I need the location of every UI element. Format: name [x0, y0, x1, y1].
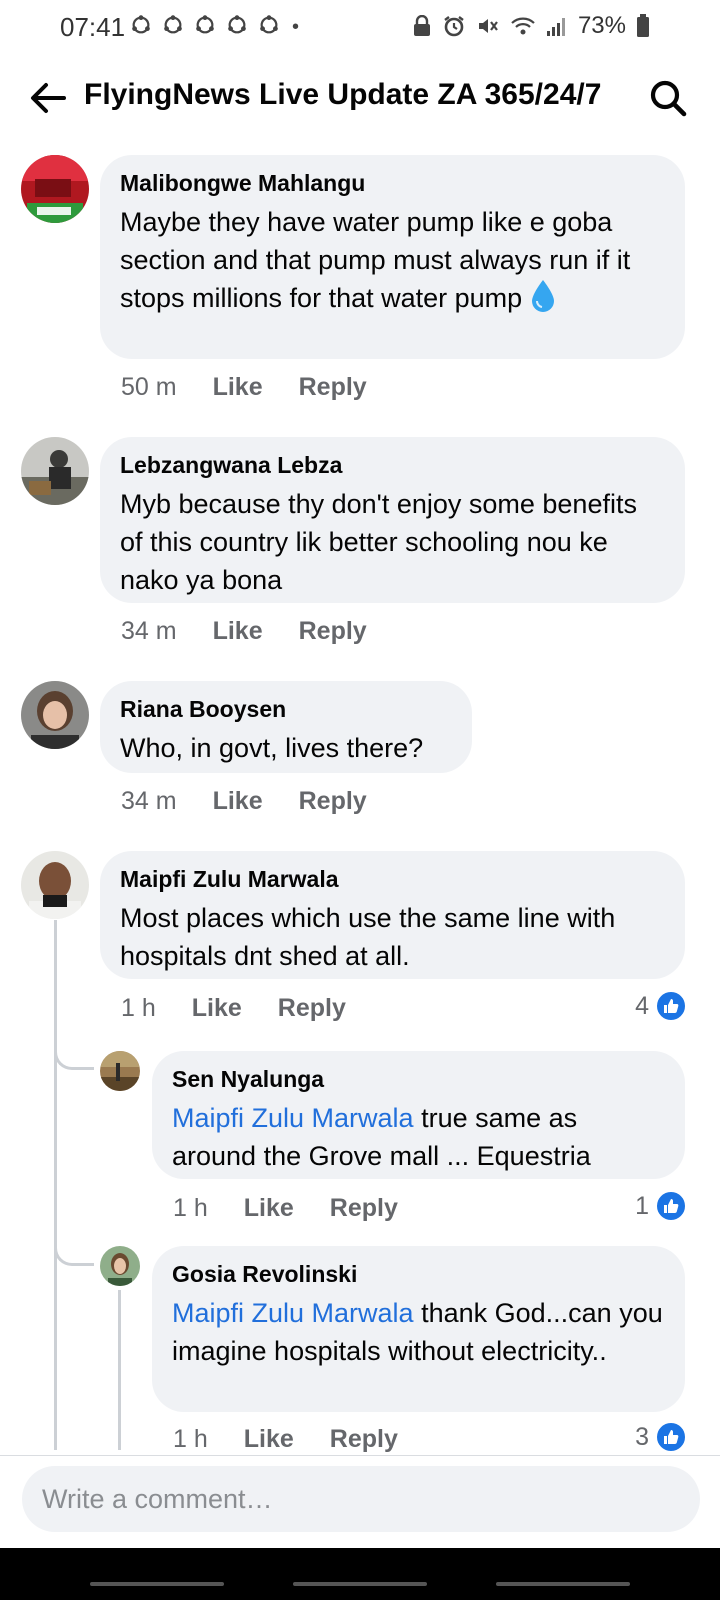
comment-author[interactable]: Maipfi Zulu Marwala — [120, 865, 665, 893]
back-arrow-icon[interactable] — [28, 78, 68, 118]
reply-text: Maipfi Zulu Marwala true same as around … — [172, 1103, 591, 1171]
comment-time: 1 h — [121, 994, 156, 1022]
comment-text: Maybe they have water pump like e goba s… — [120, 207, 631, 313]
avatar[interactable] — [100, 1246, 140, 1286]
reply-time: 1 h — [173, 1425, 208, 1453]
like-button[interactable]: Like — [213, 617, 263, 646]
lock-icon — [413, 15, 430, 36]
comment-time: 50 m — [121, 373, 177, 401]
comment-time: 34 m — [121, 787, 177, 815]
search-icon[interactable] — [648, 78, 688, 118]
thumbs-up-icon — [655, 990, 687, 1022]
avatar[interactable] — [21, 437, 89, 505]
reply-button[interactable]: Reply — [278, 994, 346, 1023]
reply-bubble[interactable]: Sen Nyalunga Maipfi Zulu Marwala true sa… — [152, 1051, 685, 1179]
reply-actions: 1 h Like Reply — [173, 1194, 398, 1223]
water-drop-icon — [531, 280, 554, 312]
reply-button[interactable]: Reply — [299, 787, 367, 816]
comment-bubble[interactable]: Lebzangwana Lebza Myb because thy don't … — [100, 437, 685, 603]
like-button[interactable]: Like — [213, 787, 263, 816]
avatar[interactable] — [100, 1051, 140, 1091]
reply-button[interactable]: Reply — [330, 1425, 398, 1454]
battery-percent: 73% — [577, 12, 626, 39]
mute-icon — [478, 19, 498, 33]
comment-bubble[interactable]: Riana Booysen Who, in govt, lives there? — [100, 681, 472, 773]
app-notification-icon — [226, 14, 248, 36]
home-button[interactable] — [293, 1582, 427, 1586]
reply-connector — [54, 1236, 94, 1266]
app-notification-icon — [162, 14, 184, 36]
comment-time: 34 m — [121, 617, 177, 645]
comment-author[interactable]: Malibongwe Mahlangu — [120, 169, 665, 197]
reply-button[interactable]: Reply — [299, 373, 367, 402]
comment-author[interactable]: Riana Booysen — [120, 695, 452, 723]
system-status-icons: 73% — [412, 12, 650, 40]
reply-actions: 1 h Like Reply — [173, 1425, 398, 1454]
recent-apps-button[interactable] — [90, 1582, 224, 1586]
reply-button[interactable]: Reply — [299, 617, 367, 646]
like-button[interactable]: Like — [244, 1194, 294, 1223]
composer-divider — [0, 1455, 720, 1456]
app-notification-icon — [258, 14, 280, 36]
reply-author[interactable]: Sen Nyalunga — [172, 1065, 665, 1093]
page-title: FlyingNews Live Update ZA 365/24/7 — [84, 78, 602, 111]
comment-actions: 34 m Like Reply — [121, 617, 367, 646]
reply-author[interactable]: Gosia Revolinski — [172, 1260, 665, 1288]
thread-line — [54, 920, 57, 1450]
comment-author[interactable]: Lebzangwana Lebza — [120, 451, 665, 479]
reply-text: Maipfi Zulu Marwala thank God...can you … — [172, 1298, 663, 1366]
thread-line — [118, 1290, 121, 1450]
app-notification-icon — [130, 14, 152, 36]
battery-icon — [637, 14, 649, 37]
thumbs-up-icon — [655, 1190, 687, 1222]
status-bar: 07:41 • 73% — [0, 0, 720, 56]
app-notification-icon — [194, 14, 216, 36]
avatar[interactable] — [21, 851, 89, 919]
like-button[interactable]: Like — [244, 1425, 294, 1454]
back-button[interactable] — [496, 1582, 630, 1586]
reaction-number: 3 — [635, 1422, 649, 1451]
signal-icon — [546, 18, 565, 36]
comment-bubble[interactable]: Maipfi Zulu Marwala Most places which us… — [100, 851, 685, 979]
reaction-count[interactable]: 3 — [635, 1421, 687, 1453]
reaction-number: 1 — [635, 1191, 649, 1220]
reply-time: 1 h — [173, 1194, 208, 1222]
comment-bubble[interactable]: Malibongwe Mahlangu Maybe they have wate… — [100, 155, 685, 359]
system-nav-bar — [0, 1548, 720, 1600]
comment-actions: 1 h Like Reply — [121, 994, 346, 1023]
wifi-icon — [511, 17, 535, 35]
comment-text: Myb because thy don't enjoy some benefit… — [120, 489, 637, 595]
thumbs-up-icon — [655, 1421, 687, 1453]
reaction-count[interactable]: 1 — [635, 1190, 687, 1222]
comment-text: Most places which use the same line with… — [120, 903, 616, 971]
comment-text: Who, in govt, lives there? — [120, 733, 424, 763]
status-dot: • — [292, 16, 300, 38]
reply-connector — [54, 1040, 94, 1070]
comment-input[interactable] — [22, 1466, 700, 1532]
reaction-number: 4 — [635, 991, 649, 1020]
mention-link[interactable]: Maipfi Zulu Marwala — [172, 1298, 414, 1328]
comment-actions: 50 m Like Reply — [121, 373, 367, 402]
reply-bubble[interactable]: Gosia Revolinski Maipfi Zulu Marwala tha… — [152, 1246, 685, 1412]
reply-button[interactable]: Reply — [330, 1194, 398, 1223]
like-button[interactable]: Like — [192, 994, 242, 1023]
alarm-icon — [444, 16, 464, 37]
comment-actions: 34 m Like Reply — [121, 787, 367, 816]
avatar[interactable] — [21, 155, 89, 223]
avatar[interactable] — [21, 681, 89, 749]
mention-link[interactable]: Maipfi Zulu Marwala — [172, 1103, 414, 1133]
status-time: 07:41 — [60, 12, 126, 42]
reaction-count[interactable]: 4 — [635, 990, 687, 1022]
like-button[interactable]: Like — [213, 373, 263, 402]
app-header: FlyingNews Live Update ZA 365/24/7 — [0, 64, 720, 134]
